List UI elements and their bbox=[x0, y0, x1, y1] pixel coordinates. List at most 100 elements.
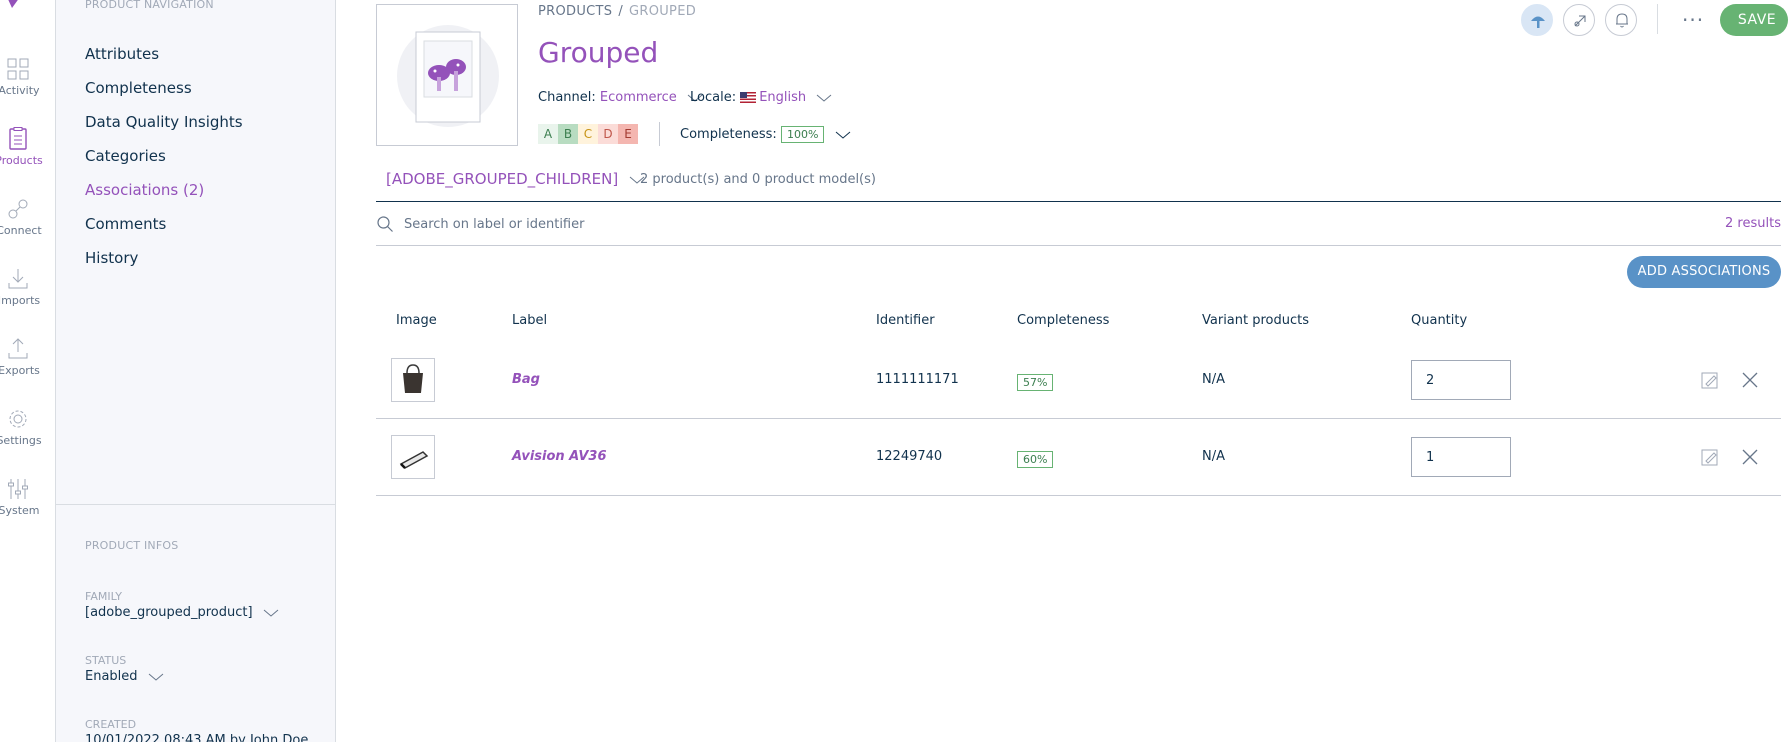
toolbar-divider bbox=[1657, 4, 1658, 34]
notifications-button[interactable] bbox=[1605, 4, 1637, 36]
column-header-completeness: Completeness bbox=[1017, 313, 1110, 328]
family-value: [adobe_grouped_product] bbox=[85, 605, 253, 620]
nav-link-history[interactable]: History bbox=[85, 249, 138, 267]
channel-value: Ecommerce bbox=[599, 90, 677, 105]
product-label-link[interactable]: Bag bbox=[512, 372, 540, 387]
products-icon bbox=[9, 127, 27, 150]
chevron-down-icon bbox=[816, 94, 832, 102]
akeneo-logo[interactable] bbox=[0, 0, 30, 16]
grade-c: C bbox=[578, 124, 598, 144]
product-image[interactable] bbox=[376, 4, 518, 146]
completeness-badge: 60% bbox=[1017, 451, 1054, 468]
product-navigation-title: PRODUCT NAVIGATION bbox=[85, 0, 214, 11]
us-flag-icon bbox=[740, 92, 757, 103]
data-quality-grades[interactable]: A B C D E bbox=[538, 124, 638, 144]
menu-item-connect[interactable]: Connect bbox=[0, 196, 56, 237]
remove-icon[interactable] bbox=[1740, 447, 1760, 467]
menu-item-system[interactable]: System bbox=[0, 476, 56, 517]
product-label-link[interactable]: Avision AV36 bbox=[512, 449, 607, 464]
exports-icon bbox=[8, 338, 28, 359]
product-identifier: 1111111171 bbox=[876, 372, 959, 387]
system-icon bbox=[8, 479, 28, 499]
status-select[interactable]: Enabled bbox=[85, 669, 164, 684]
nav-link-completeness[interactable]: Completeness bbox=[85, 79, 192, 97]
connect-icon bbox=[8, 199, 28, 219]
main-menu: Activity Products Connect Imports Export… bbox=[0, 0, 56, 742]
association-type-select[interactable]: [ADOBE_GROUPED_CHILDREN] bbox=[386, 170, 645, 188]
row-divider bbox=[376, 418, 1781, 419]
menu-item-exports[interactable]: Exports bbox=[0, 336, 56, 377]
search-input[interactable] bbox=[404, 214, 1304, 234]
search-underline bbox=[376, 245, 1781, 246]
column-header-image: Image bbox=[396, 313, 437, 328]
search-icon bbox=[377, 216, 393, 232]
channel-label: Channel: bbox=[538, 90, 596, 105]
product-thumbnail bbox=[391, 435, 435, 479]
column-header-label: Label bbox=[512, 313, 548, 328]
grade-e: E bbox=[618, 124, 638, 144]
nav-link-comments[interactable]: Comments bbox=[85, 215, 166, 233]
edit-icon[interactable] bbox=[1700, 447, 1720, 467]
settings-icon bbox=[9, 410, 27, 428]
created-value: 10/01/2022 08:43 AM by John Doe bbox=[85, 733, 309, 742]
created-label: CREATED bbox=[85, 718, 137, 731]
column-header-quantity: Quantity bbox=[1411, 313, 1468, 328]
save-button[interactable]: SAVE bbox=[1720, 4, 1788, 36]
nav-link-attributes[interactable]: Attributes bbox=[85, 45, 159, 63]
more-actions-button[interactable]: ··· bbox=[1682, 8, 1704, 32]
family-select[interactable]: [adobe_grouped_product] bbox=[85, 605, 279, 620]
grade-d: D bbox=[598, 124, 618, 144]
locale-switcher[interactable]: Locale: English bbox=[690, 90, 832, 105]
activity-icon bbox=[7, 58, 29, 80]
compare-translate-button[interactable] bbox=[1563, 4, 1595, 36]
channel-switcher[interactable]: Channel: Ecommerce bbox=[538, 90, 703, 105]
completeness-badge: 100% bbox=[780, 126, 825, 143]
mushroom-icon bbox=[1531, 16, 1545, 28]
header-divider bbox=[659, 122, 660, 146]
bag-image bbox=[403, 364, 423, 393]
breadcrumb-products[interactable]: PRODUCTS bbox=[538, 4, 612, 19]
grade-b: B bbox=[558, 124, 578, 144]
row-divider bbox=[376, 495, 1781, 496]
chevron-down-icon bbox=[263, 609, 279, 617]
menu-item-imports[interactable]: Imports bbox=[0, 266, 56, 307]
menu-label: Products bbox=[0, 154, 43, 167]
add-associations-button[interactable]: ADD ASSOCIATIONS bbox=[1627, 256, 1781, 288]
breadcrumb-separator: / bbox=[618, 4, 623, 19]
nav-link-associations[interactable]: Associations (2) bbox=[85, 181, 204, 199]
menu-label: System bbox=[0, 504, 40, 517]
status-value: Enabled bbox=[85, 669, 138, 684]
menu-label: Exports bbox=[0, 364, 40, 377]
scanner-image bbox=[399, 451, 429, 469]
completeness-dropdown[interactable]: Completeness: 100% bbox=[680, 126, 851, 143]
product-thumbnail bbox=[391, 358, 435, 402]
breadcrumb: PRODUCTS / GROUPED bbox=[538, 4, 696, 19]
product-navigation-panel: PRODUCT NAVIGATION Attributes Completene… bbox=[56, 0, 336, 742]
locale-label: Locale: bbox=[690, 90, 737, 105]
menu-label: Activity bbox=[0, 84, 40, 97]
nav-link-categories[interactable]: Categories bbox=[85, 147, 166, 165]
variant-products: N/A bbox=[1202, 372, 1225, 387]
menu-item-settings[interactable]: Settings bbox=[0, 406, 56, 447]
nav-divider bbox=[56, 504, 336, 505]
tag-icon bbox=[1574, 15, 1586, 27]
menu-item-products[interactable]: Products bbox=[0, 126, 56, 167]
assistant-button[interactable] bbox=[1521, 4, 1553, 36]
status-label: STATUS bbox=[85, 654, 127, 667]
column-header-variant: Variant products bbox=[1202, 313, 1310, 328]
menu-label: Settings bbox=[0, 434, 42, 447]
quantity-input[interactable] bbox=[1411, 437, 1511, 477]
quantity-input[interactable] bbox=[1411, 360, 1511, 400]
edit-icon[interactable] bbox=[1700, 370, 1720, 390]
chevron-down-icon bbox=[835, 131, 850, 139]
association-count: 2 product(s) and 0 product model(s) bbox=[640, 172, 876, 187]
nav-link-data-quality-insights[interactable]: Data Quality Insights bbox=[85, 113, 243, 131]
bell-icon bbox=[1616, 13, 1628, 28]
product-identifier: 12249740 bbox=[876, 449, 943, 464]
association-header-line bbox=[376, 201, 1781, 202]
column-header-identifier: Identifier bbox=[876, 313, 935, 328]
product-placeholder-illustration bbox=[415, 31, 481, 123]
menu-item-activity[interactable]: Activity bbox=[0, 56, 56, 97]
remove-icon[interactable] bbox=[1740, 370, 1760, 390]
grade-a: A bbox=[538, 124, 558, 144]
